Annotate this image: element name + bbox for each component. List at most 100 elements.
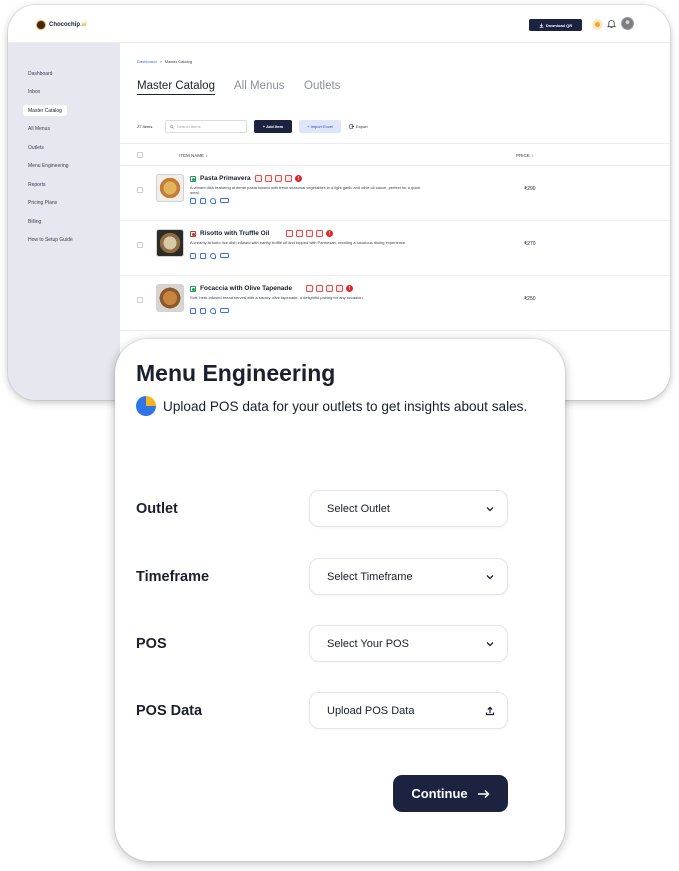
non-veg-icon bbox=[190, 231, 196, 237]
item-name[interactable]: Risotto with Truffle Oil bbox=[200, 230, 269, 237]
logo[interactable]: Chocochip.ai bbox=[36, 20, 87, 30]
sidebar-item-all-menus[interactable]: All Menus bbox=[23, 123, 55, 134]
sidebar-item-label: How to Setup Guide bbox=[28, 236, 73, 243]
home-icon[interactable] bbox=[200, 198, 206, 204]
select-all-checkbox[interactable] bbox=[137, 152, 143, 158]
sidebar: Dashboard Inbox Master Catalog All Menus… bbox=[8, 43, 120, 400]
item-thumbnail bbox=[156, 174, 184, 202]
allergen-icon bbox=[306, 285, 313, 292]
outlet-select[interactable]: Select Outlet bbox=[309, 490, 508, 527]
allergen-icon bbox=[336, 285, 343, 292]
star-icon[interactable] bbox=[190, 253, 196, 259]
arrow-right-icon bbox=[477, 789, 490, 798]
logo-text: Chocochip bbox=[49, 22, 80, 28]
outlet-select-value: Select Outlet bbox=[327, 502, 390, 515]
star-icon[interactable] bbox=[190, 198, 196, 204]
allergen-icon bbox=[306, 230, 313, 237]
table-row[interactable]: Focaccia with Olive Tapenade ! Soft, her… bbox=[120, 276, 670, 331]
add-item-button[interactable]: + Add Item bbox=[254, 120, 292, 133]
menu-engineering-modal: Menu Engineering Upload POS data for you… bbox=[115, 339, 565, 861]
item-price: ₹270 bbox=[524, 241, 536, 247]
download-qr-label: Download QR bbox=[545, 22, 573, 28]
tag-icon[interactable] bbox=[220, 253, 229, 258]
sidebar-item-label: Pricing Plans bbox=[28, 199, 58, 206]
import-excel-button[interactable]: + Import Excel bbox=[299, 120, 341, 133]
sidebar-item-reports[interactable]: Reports bbox=[23, 179, 51, 190]
item-actions bbox=[190, 253, 229, 259]
theme-toggle-icon[interactable] bbox=[592, 19, 603, 30]
heart-icon[interactable] bbox=[210, 198, 216, 204]
table-header: ITEM NAME ↕ PRICE ↕ bbox=[120, 143, 670, 166]
tab-outlets[interactable]: Outlets bbox=[304, 80, 340, 92]
sidebar-item-outlets[interactable]: Outlets bbox=[23, 142, 49, 153]
sidebar-item-label: Inbox bbox=[28, 88, 41, 95]
column-header-price[interactable]: PRICE ↕ bbox=[516, 153, 533, 158]
logo-icon bbox=[36, 20, 46, 30]
tag-icon[interactable] bbox=[220, 198, 229, 203]
item-description: Soft, herb-infused bread served with a s… bbox=[190, 295, 364, 300]
allergen-icon bbox=[316, 285, 323, 292]
sidebar-item-label: Billing bbox=[28, 218, 42, 225]
row-checkbox[interactable] bbox=[137, 297, 143, 303]
chevron-down-icon bbox=[486, 642, 494, 647]
tab-master-catalog[interactable]: Master Catalog bbox=[137, 80, 215, 95]
chevron-down-icon bbox=[486, 575, 494, 580]
sidebar-item-menu-engineering[interactable]: Menu Engineering bbox=[23, 160, 74, 171]
export-button[interactable]: Export bbox=[349, 120, 375, 133]
tag-icon[interactable] bbox=[220, 308, 229, 313]
pos-select-value: Select Your POS bbox=[327, 637, 409, 650]
breadcrumb-separator: > bbox=[159, 59, 162, 64]
timeframe-label: Timeframe bbox=[136, 569, 210, 585]
logo-suffix: .ai bbox=[80, 22, 87, 28]
item-name[interactable]: Focaccia with Olive Tapenade bbox=[200, 285, 292, 292]
search-placeholder: Search Items bbox=[177, 124, 201, 129]
search-icon bbox=[170, 124, 174, 129]
search-input[interactable]: Search Items bbox=[165, 120, 247, 133]
veg-icon bbox=[190, 176, 196, 182]
timeframe-select[interactable]: Select Timeframe bbox=[309, 558, 508, 595]
avatar[interactable] bbox=[621, 17, 634, 30]
sidebar-item-setup-guide[interactable]: How to Setup Guide bbox=[23, 234, 78, 245]
sidebar-item-label: All Menus bbox=[28, 125, 50, 132]
heart-icon[interactable] bbox=[210, 253, 216, 259]
download-qr-button[interactable]: Download QR bbox=[529, 19, 582, 31]
upload-icon bbox=[485, 706, 495, 716]
allergen-icon bbox=[326, 285, 333, 292]
download-icon bbox=[539, 23, 544, 28]
item-name[interactable]: Pasta Primavera bbox=[200, 175, 251, 182]
alert-icon: ! bbox=[326, 230, 333, 237]
home-icon[interactable] bbox=[200, 308, 206, 314]
allergen-icons: ! bbox=[306, 285, 353, 292]
sidebar-item-label: Outlets bbox=[28, 144, 44, 151]
sidebar-item-master-catalog[interactable]: Master Catalog bbox=[23, 105, 67, 116]
sidebar-item-billing[interactable]: Billing bbox=[23, 216, 46, 227]
tab-all-menus[interactable]: All Menus bbox=[234, 80, 285, 92]
pos-label: POS bbox=[136, 636, 167, 652]
sidebar-item-inbox[interactable]: Inbox bbox=[23, 86, 45, 97]
heart-icon[interactable] bbox=[210, 308, 216, 314]
table-row[interactable]: Pasta Primavera ! A vibrant dish featuri… bbox=[120, 166, 670, 221]
item-description: A creamy Arborio rice dish infused with … bbox=[190, 240, 407, 245]
sidebar-item-label: Reports bbox=[28, 181, 46, 188]
row-checkbox[interactable] bbox=[137, 187, 143, 193]
catalog-toolbar: 27 Items Search Items + Add Item + Impor… bbox=[137, 120, 437, 133]
breadcrumb-dashboard[interactable]: Dashboard bbox=[137, 59, 157, 64]
star-icon[interactable] bbox=[190, 308, 196, 314]
home-icon[interactable] bbox=[200, 253, 206, 259]
veg-icon bbox=[190, 286, 196, 292]
continue-button[interactable]: Continue bbox=[393, 775, 508, 812]
sidebar-item-pricing-plans[interactable]: Pricing Plans bbox=[23, 197, 62, 208]
table-row[interactable]: Risotto with Truffle Oil ! A creamy Arbo… bbox=[120, 221, 670, 276]
bell-icon[interactable] bbox=[607, 19, 616, 29]
item-price: ₹250 bbox=[524, 296, 536, 302]
allergen-icons: ! bbox=[255, 175, 302, 182]
pos-select[interactable]: Select Your POS bbox=[309, 625, 508, 662]
breadcrumb-current: Master Catalog bbox=[164, 59, 193, 64]
pos-data-upload[interactable]: Upload POS Data bbox=[309, 692, 508, 729]
pos-data-upload-value: Upload POS Data bbox=[327, 704, 415, 717]
row-checkbox[interactable] bbox=[137, 242, 143, 248]
pos-data-label: POS Data bbox=[136, 703, 203, 719]
column-header-item-name[interactable]: ITEM NAME ↕ bbox=[179, 153, 208, 158]
item-price: ₹290 bbox=[524, 186, 536, 192]
sidebar-item-dashboard[interactable]: Dashboard bbox=[23, 68, 57, 79]
